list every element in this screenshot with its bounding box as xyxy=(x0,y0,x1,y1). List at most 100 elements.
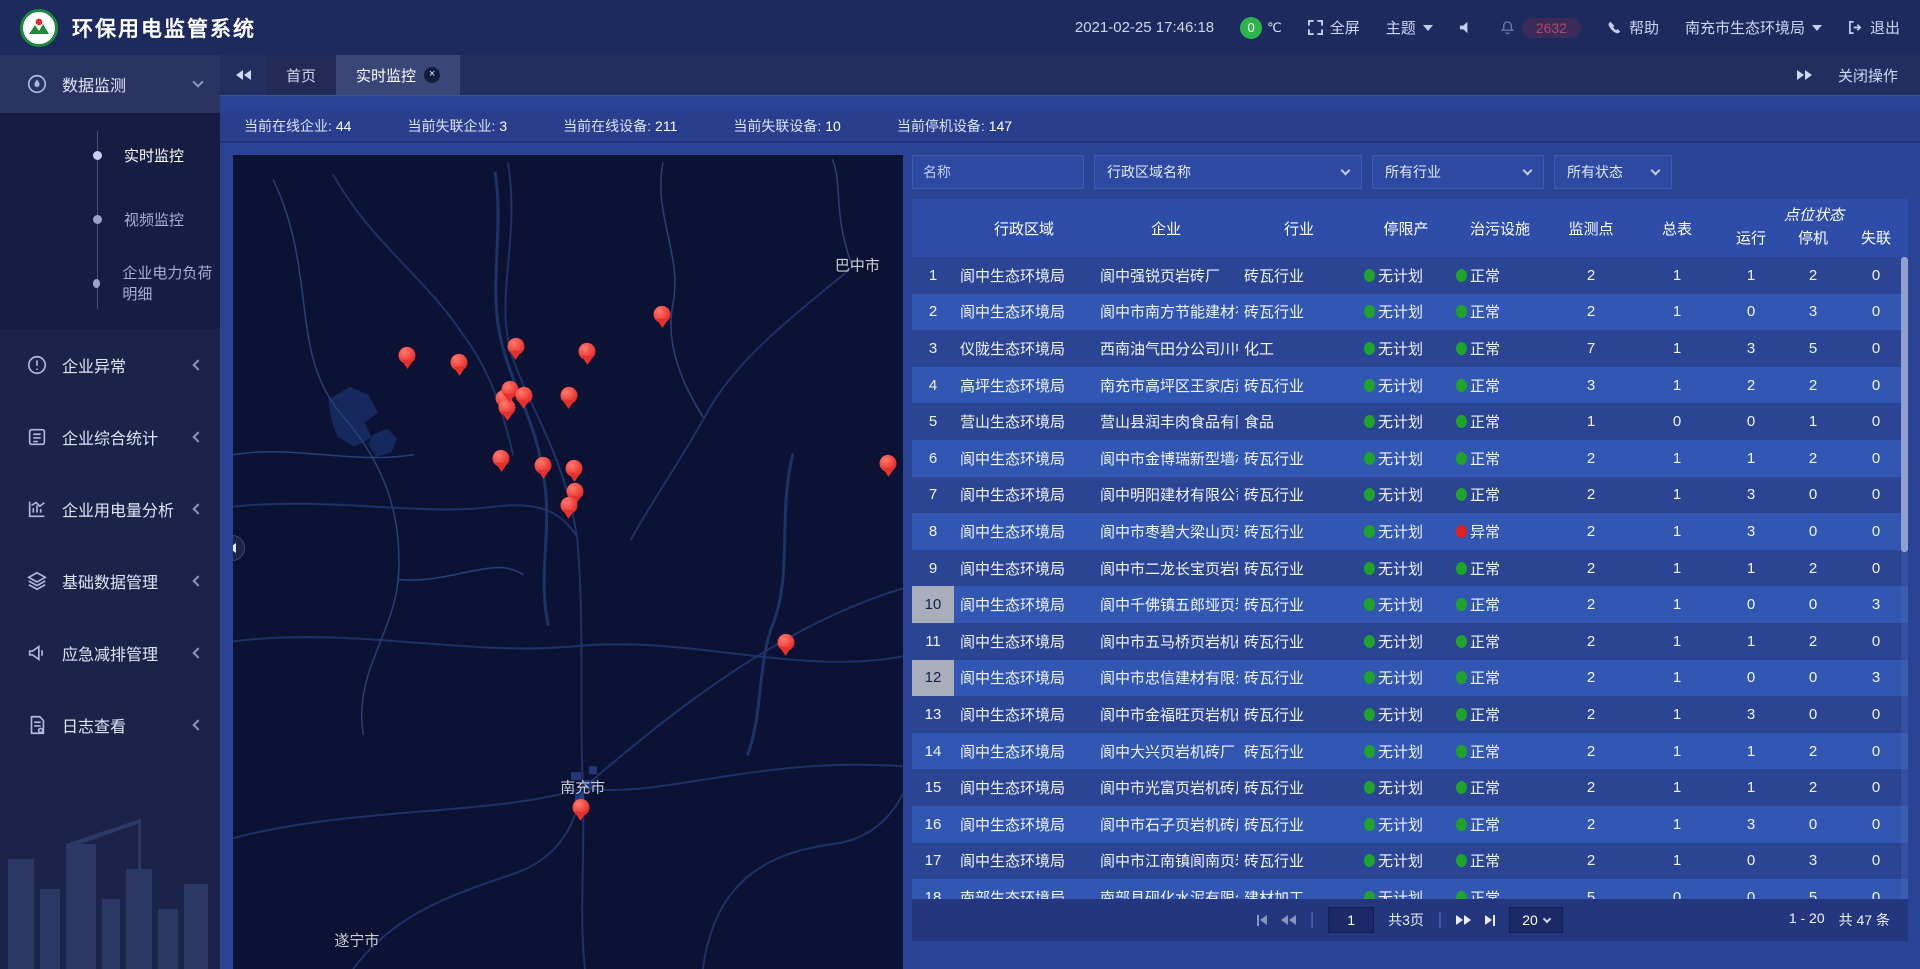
chevrons-right-icon[interactable] xyxy=(1797,70,1812,80)
bell-icon xyxy=(1500,20,1515,35)
sidebar-subitem-1[interactable]: 视频监控 xyxy=(0,187,220,251)
table-row[interactable]: 1阆中生态环境局阆中强锐页岩砖厂砖瓦行业无计划正常21120 xyxy=(912,257,1908,294)
cell-treatment-status: 正常 xyxy=(1452,594,1548,615)
table-row[interactable]: 5营山生态环境局营山县润丰肉食品有限食品无计划正常10010 xyxy=(912,403,1908,440)
region-filter-select[interactable]: 行政区域名称 xyxy=(1094,155,1362,189)
table-scrollbar[interactable] xyxy=(1901,257,1908,899)
cell-stopped: 5 xyxy=(1782,340,1844,357)
sidebar-subitem-2[interactable]: 企业电力负荷明细 xyxy=(0,251,220,315)
sidebar-item-2[interactable]: 企业综合统计 xyxy=(0,401,220,473)
map-marker-icon[interactable] xyxy=(566,460,583,477)
table-row[interactable]: 8阆中生态环境局阆中市枣碧大梁山页岩砖瓦行业无计划异常21300 xyxy=(912,513,1908,550)
map-marker-icon[interactable] xyxy=(777,634,794,651)
table-row[interactable]: 13阆中生态环境局阆中市金福旺页岩机砖砖瓦行业无计划正常21300 xyxy=(912,696,1908,733)
sidebar-item-1[interactable]: 企业异常 xyxy=(0,329,220,401)
table-row[interactable]: 7阆中生态环境局阆中明阳建材有限公司砖瓦行业无计划正常21300 xyxy=(912,477,1908,514)
sidebar-item-0[interactable]: 数据监测 xyxy=(0,55,220,113)
table-row[interactable]: 3仪陇生态环境局西南油气田分公司川中化工无计划正常71350 xyxy=(912,330,1908,367)
cell-treatment-status: 正常 xyxy=(1452,265,1548,286)
production-status-label: 无计划 xyxy=(1378,887,1423,899)
status-dot-icon xyxy=(1364,781,1375,794)
map-panel[interactable]: 巴中市南充市遂宁市 xyxy=(233,155,903,969)
name-filter-input[interactable] xyxy=(912,155,1084,189)
last-page-button[interactable] xyxy=(1485,915,1495,926)
cell-company: 阆中市二龙长宝页岩砖 xyxy=(1094,558,1238,579)
cell-running: 1 xyxy=(1720,743,1782,760)
tab-home[interactable]: 首页 xyxy=(266,55,336,95)
row-number: 3 xyxy=(912,330,954,367)
table-row[interactable]: 11阆中生态环境局阆中市五马桥页岩机砖砖瓦行业无计划正常21120 xyxy=(912,623,1908,660)
org-dropdown[interactable]: 南充市生态环境局 xyxy=(1685,17,1822,38)
help-button[interactable]: 帮助 xyxy=(1607,17,1659,38)
col-treatment: 治污设施 xyxy=(1452,199,1548,257)
map-marker-icon[interactable] xyxy=(535,457,552,474)
cell-offline: 3 xyxy=(1844,669,1908,686)
map-marker-icon[interactable] xyxy=(560,387,577,404)
map-marker-icon[interactable] xyxy=(880,455,897,472)
map-marker-icon[interactable] xyxy=(654,305,671,322)
fullscreen-button[interactable]: 全屏 xyxy=(1308,17,1360,38)
status-dot-icon xyxy=(1364,525,1375,538)
table-row[interactable]: 17阆中生态环境局阆中市江南镇阆南页岩砖瓦行业无计划正常21030 xyxy=(912,843,1908,880)
page-number-input[interactable] xyxy=(1328,907,1374,933)
page-size-select[interactable]: 20 xyxy=(1509,907,1563,933)
status-dot-icon xyxy=(1456,562,1467,575)
mute-button[interactable] xyxy=(1459,20,1474,35)
status-filter-select[interactable]: 所有状态 xyxy=(1554,155,1672,189)
cell-treatment-status: 正常 xyxy=(1452,411,1548,432)
tabs-scroll-left-button[interactable] xyxy=(220,55,266,95)
cell-running: 0 xyxy=(1720,413,1782,430)
sidebar-item-5[interactable]: 应急减排管理 xyxy=(0,617,220,689)
table-row[interactable]: 16阆中生态环境局阆中市石子页岩机砖厂砖瓦行业无计划正常21300 xyxy=(912,806,1908,843)
cell-production-status: 无计划 xyxy=(1360,887,1452,899)
map-marker-icon[interactable] xyxy=(493,450,510,467)
map-marker-icon[interactable] xyxy=(579,343,596,360)
cell-meters: 1 xyxy=(1634,523,1720,540)
cell-stopped: 2 xyxy=(1782,779,1844,796)
sidebar-item-3[interactable]: 企业用电量分析 xyxy=(0,473,220,545)
cell-points: 2 xyxy=(1548,523,1634,540)
production-status-label: 无计划 xyxy=(1378,777,1423,798)
map-marker-icon[interactable] xyxy=(572,799,589,816)
cell-region: 阆中生态环境局 xyxy=(954,265,1094,286)
table-row[interactable]: 9阆中生态环境局阆中市二龙长宝页岩砖砖瓦行业无计划正常21120 xyxy=(912,550,1908,587)
cell-points: 2 xyxy=(1548,596,1634,613)
sidebar-subitem-0[interactable]: 实时监控 xyxy=(0,123,220,187)
status-dot-icon xyxy=(1364,891,1375,899)
sidebar-item-4[interactable]: 基础数据管理 xyxy=(0,545,220,617)
close-operations-button[interactable]: 关闭操作 xyxy=(1838,65,1898,86)
table-row[interactable]: 4高坪生态环境局南充市高坪区王家店建砖瓦行业无计划正常31220 xyxy=(912,367,1908,404)
cell-region: 阆中生态环境局 xyxy=(954,521,1094,542)
logout-button[interactable]: 退出 xyxy=(1848,17,1900,38)
map-marker-icon[interactable] xyxy=(560,497,577,514)
table-row[interactable]: 6阆中生态环境局阆中市金博瑞新型墙材砖瓦行业无计划正常21120 xyxy=(912,440,1908,477)
theme-dropdown[interactable]: 主题 xyxy=(1386,17,1433,38)
table-row[interactable]: 14阆中生态环境局阆中大兴页岩机砖厂砖瓦行业无计划正常21120 xyxy=(912,733,1908,770)
map-marker-icon[interactable] xyxy=(507,338,524,355)
treatment-status-label: 正常 xyxy=(1470,777,1500,798)
col-offline: 失联 xyxy=(1844,225,1908,257)
close-tab-icon[interactable]: × xyxy=(424,67,440,83)
cell-company: 南部县砚化水泥有限公 xyxy=(1094,887,1238,899)
table-row[interactable]: 10阆中生态环境局阆中千佛镇五郎垭页岩砖瓦行业无计划正常21003 xyxy=(912,586,1908,623)
sidebar-item-label: 日志查看 xyxy=(62,713,126,737)
map-marker-icon[interactable] xyxy=(515,387,532,404)
sidebar-item-6[interactable]: 日志查看 xyxy=(0,689,220,761)
tab-realtime-monitoring[interactable]: 实时监控 × xyxy=(336,55,460,95)
table-row[interactable]: 18南部生态环境局南部县砚化水泥有限公建材加工无计划正常50050 xyxy=(912,879,1908,899)
table-row[interactable]: 15阆中生态环境局阆中市光富页岩机砖厂砖瓦行业无计划正常21120 xyxy=(912,769,1908,806)
row-number: 8 xyxy=(912,513,954,550)
cell-company: 阆中市忠信建材有限公 xyxy=(1094,667,1238,688)
table-row[interactable]: 12阆中生态环境局阆中市忠信建材有限公砖瓦行业无计划正常21003 xyxy=(912,660,1908,697)
next-page-button[interactable] xyxy=(1456,915,1471,925)
cell-production-status: 无计划 xyxy=(1360,704,1452,725)
map-marker-icon[interactable] xyxy=(451,354,468,371)
prev-page-button[interactable] xyxy=(1281,915,1296,925)
notifications[interactable]: 2632 xyxy=(1500,18,1581,38)
cell-industry: 砖瓦行业 xyxy=(1238,777,1360,798)
map-marker-icon[interactable] xyxy=(399,347,416,364)
col-meters: 总表 xyxy=(1634,199,1720,257)
table-row[interactable]: 2阆中生态环境局阆中市南方节能建材有砖瓦行业无计划正常21030 xyxy=(912,294,1908,331)
first-page-button[interactable] xyxy=(1257,915,1267,926)
industry-filter-select[interactable]: 所有行业 xyxy=(1372,155,1544,189)
